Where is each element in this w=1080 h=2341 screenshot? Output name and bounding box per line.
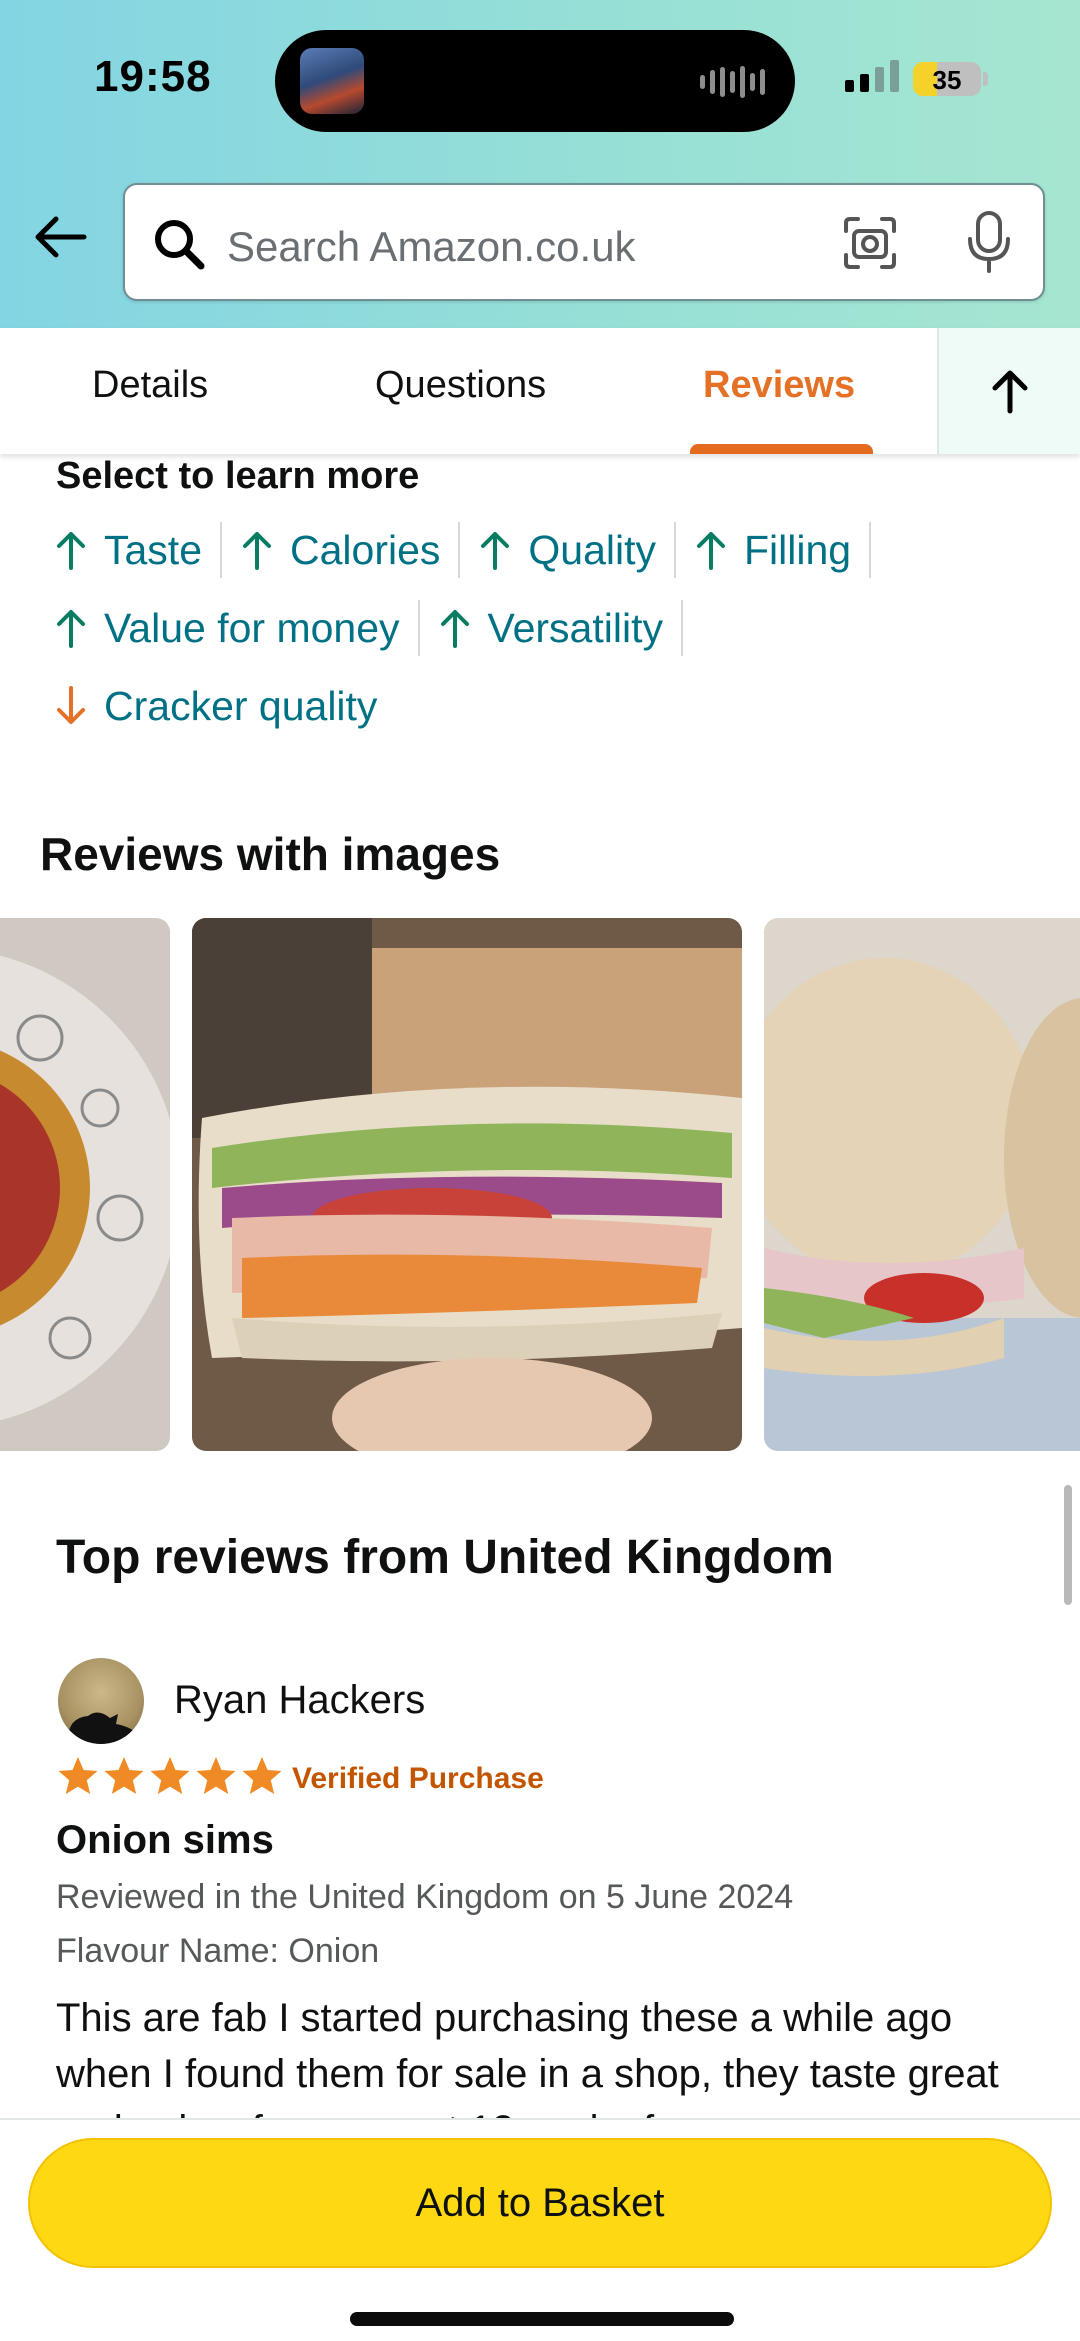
search-bar[interactable]: Search Amazon.co.uk [123, 183, 1045, 301]
review-image-burger[interactable] [764, 918, 1080, 1451]
arrow-down-icon [57, 686, 85, 724]
arrow-up-icon [440, 610, 469, 648]
arrow-up-icon [57, 610, 85, 648]
status-time: 19:58 [94, 52, 212, 101]
review-image-pitta-art [192, 918, 742, 1451]
aspect-chip-label: Calories [290, 526, 441, 573]
app-header: 19:58 35 Search Amazon.co.uk [0, 0, 1080, 328]
aspect-chip-label: Filling [744, 526, 852, 573]
scrollbar[interactable] [1064, 1485, 1072, 1605]
back-arrow-icon [35, 216, 87, 258]
review-body: This are fab I started purchasing these … [56, 1996, 999, 2118]
home-indicator[interactable] [350, 2312, 734, 2326]
aspect-chip-label: Quality [528, 526, 656, 573]
star-icon [242, 1757, 282, 1794]
audio-wave-icon [700, 66, 765, 98]
review-image-pitta[interactable] [192, 918, 742, 1451]
aspect-chip-label: Versatility [487, 604, 663, 651]
verified-purchase-badge: Verified Purchase [292, 1762, 544, 1795]
arrow-up-icon [697, 532, 725, 570]
dynamic-island[interactable] [275, 30, 795, 132]
aspect-chip-label: Taste [104, 526, 202, 573]
star-icon [150, 1757, 190, 1794]
arrow-up-icon [481, 532, 510, 570]
star-icon [196, 1757, 236, 1794]
review-image-plate-art [0, 918, 170, 1451]
microphone-icon[interactable] [963, 209, 1015, 275]
aspect-chip-quality[interactable]: Quality [480, 522, 676, 578]
aspect-chip-label: Cracker quality [104, 682, 378, 729]
cellular-signal-icon [845, 60, 899, 92]
active-tab-indicator [690, 444, 873, 454]
review-title: Onion sims [56, 1818, 274, 1862]
battery-indicator: 35 [913, 62, 981, 96]
aspect-chip-calories[interactable]: Calories [242, 522, 461, 578]
back-button[interactable] [28, 205, 92, 269]
aspect-chip-versatility[interactable]: Versatility [440, 600, 683, 656]
arrow-up-icon [243, 532, 271, 570]
reviewer-name[interactable]: Ryan Hackers [174, 1678, 425, 1723]
star-icon [58, 1757, 98, 1794]
search-input[interactable]: Search Amazon.co.uk [227, 223, 636, 271]
reviews-with-images-title: Reviews with images [40, 828, 501, 880]
review-image-burger-art [764, 918, 1080, 1451]
top-reviews-title: Top reviews from United Kingdom [56, 1531, 834, 1584]
battery-percent: 35 [932, 65, 962, 95]
camera-icon[interactable] [840, 213, 900, 273]
add-to-basket-button[interactable]: Add to Basket [28, 2138, 1052, 2268]
avatar-image [67, 1712, 144, 1744]
review-flavour: Flavour Name: Onion [56, 1932, 380, 1970]
section-tabs: Details Questions Reviews [0, 328, 1080, 454]
now-playing-artwork [300, 48, 364, 114]
aspect-chip-value-for-money[interactable]: Value for money [56, 600, 420, 656]
aspect-chip-row: Value for money Versatility [56, 600, 703, 656]
review-date: Reviewed in the United Kingdom on 5 June… [56, 1878, 794, 1916]
arrow-up-icon [57, 532, 85, 570]
scroll-to-top-button[interactable] [937, 328, 1080, 454]
tab-questions[interactable]: Questions [375, 364, 546, 407]
tab-details[interactable]: Details [92, 364, 208, 407]
learn-more-title: Select to learn more [56, 455, 420, 497]
aspect-chip-filling[interactable]: Filling [696, 522, 872, 578]
battery-tip [983, 72, 988, 86]
aspect-chip-taste[interactable]: Taste [56, 522, 222, 578]
tab-reviews[interactable]: Reviews [703, 364, 855, 407]
review-image-plate[interactable] [0, 918, 170, 1451]
aspect-chip-cracker-quality[interactable]: Cracker quality [56, 678, 395, 734]
bottom-action-bar: Add to Basket [0, 2118, 1080, 2341]
avatar[interactable] [58, 1658, 144, 1744]
arrow-up-icon [992, 370, 1027, 414]
star-icon [104, 1757, 144, 1794]
star-rating [56, 1755, 284, 1797]
aspect-chip-label: Value for money [104, 604, 400, 651]
aspect-chip-row: Taste Calories Quality Filling [56, 522, 891, 578]
search-icon [155, 220, 205, 270]
aspect-chip-row: Cracker quality [56, 678, 415, 734]
